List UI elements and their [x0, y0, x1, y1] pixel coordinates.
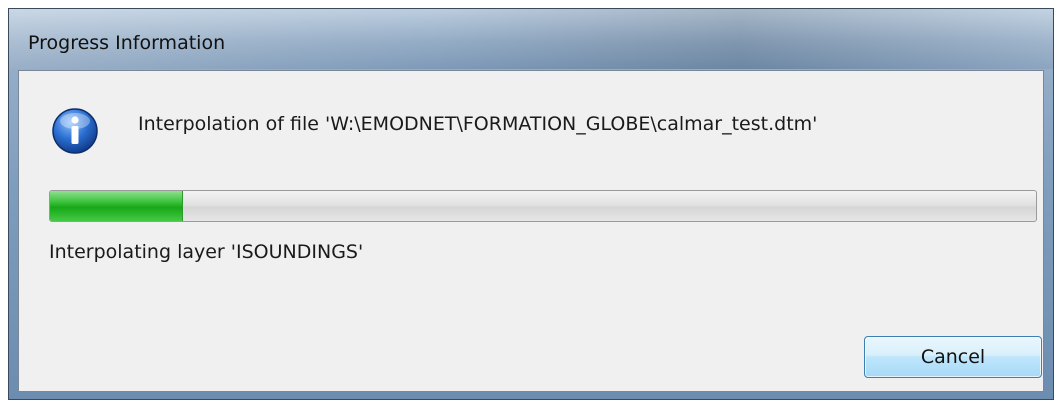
- progress-dialog-window: Progress Information Interpolation of fi…: [8, 8, 1054, 400]
- progress-message: Interpolation of file 'W:\EMODNET\FORMAT…: [138, 113, 818, 135]
- progress-status-text: Interpolating layer 'ISOUNDINGS': [49, 241, 364, 263]
- dialog-client-area: Interpolation of file 'W:\EMODNET\FORMAT…: [18, 70, 1044, 392]
- title-bar[interactable]: Progress Information: [9, 9, 1053, 69]
- cancel-button[interactable]: Cancel: [864, 336, 1042, 378]
- progress-bar-fill: [50, 191, 184, 221]
- window-title: Progress Information: [28, 32, 226, 54]
- info-icon: [51, 107, 99, 155]
- progress-bar: [49, 190, 1037, 222]
